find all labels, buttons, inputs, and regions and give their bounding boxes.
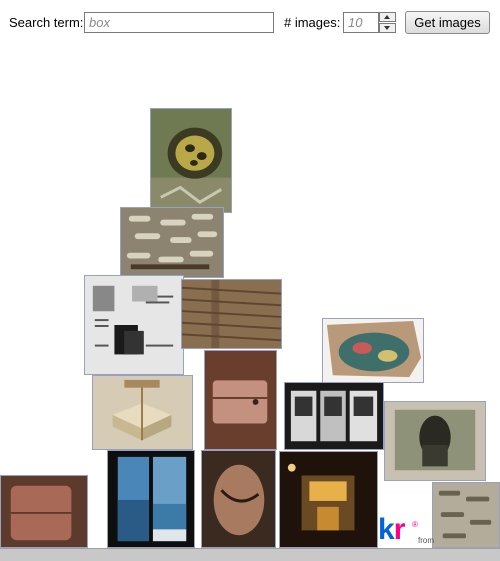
cardboard-image [182, 280, 281, 348]
cardboard-photo[interactable] [181, 279, 282, 349]
vending-photo[interactable] [284, 382, 384, 450]
portrait-photo[interactable] [384, 401, 486, 481]
sea-photo[interactable] [107, 450, 195, 548]
tortoise-image [151, 109, 231, 212]
open-box-image [323, 319, 423, 382]
bolts-pile-image [433, 483, 499, 547]
leather-pouch-photo[interactable] [204, 350, 277, 450]
vending-image [285, 383, 383, 449]
bolts-image [121, 208, 223, 277]
wallet-photo[interactable] [0, 475, 88, 548]
status-bar [0, 548, 500, 561]
product-box-photo[interactable] [84, 275, 184, 375]
cord-image [202, 451, 275, 547]
flickr-logo: kr [378, 515, 405, 545]
registered-mark: ® [412, 520, 418, 529]
wallet-image [1, 476, 87, 547]
logo-part-k: k [378, 513, 395, 546]
image-count-label: # images: [284, 15, 341, 30]
stepper-up-button[interactable] [379, 12, 396, 22]
image-count-stepper [343, 12, 397, 33]
arrow-down-icon [384, 26, 390, 30]
logo-part-r: r [393, 513, 406, 546]
bolts-photo[interactable] [120, 207, 224, 278]
sea-image [108, 451, 194, 547]
get-images-button[interactable]: Get images [405, 11, 490, 34]
gift-box-image [93, 376, 192, 449]
gift-box-photo[interactable] [92, 375, 193, 450]
from-label: from [418, 536, 434, 545]
night-street-photo[interactable] [279, 451, 378, 548]
image-count-input[interactable] [343, 12, 379, 33]
arrow-up-icon [384, 15, 390, 19]
portrait-image [385, 402, 485, 480]
open-box-photo[interactable] [322, 318, 424, 383]
cord-photo[interactable] [201, 450, 276, 548]
product-box-image [85, 276, 183, 374]
search-input[interactable] [84, 12, 274, 33]
stepper-down-button[interactable] [379, 23, 396, 33]
search-term-label: Search term: [9, 15, 84, 30]
toolbar: Search term: # images: Get images [0, 0, 500, 44]
leather-pouch-image [205, 351, 276, 449]
tortoise-photo[interactable] [150, 108, 232, 213]
bolts-pile-photo[interactable] [432, 482, 500, 548]
night-street-image [280, 452, 377, 547]
